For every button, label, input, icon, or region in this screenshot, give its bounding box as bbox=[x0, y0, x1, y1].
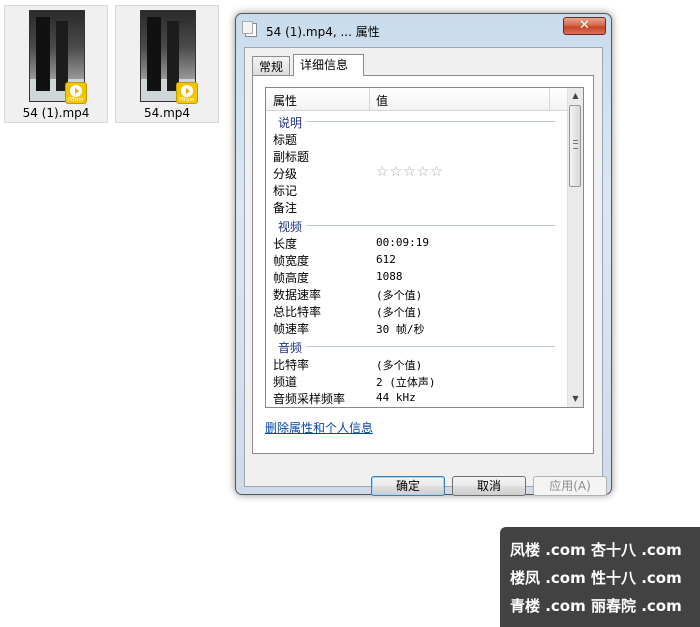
watermark-line: 青楼 .com 丽春院 .com bbox=[510, 597, 682, 615]
list-item[interactable]: 帧速率 30 帧/秒 bbox=[266, 319, 569, 336]
title-bar[interactable]: 54 (1).mp4, ... 属性 ✕ bbox=[236, 14, 611, 44]
list-item[interactable]: 副标题 bbox=[266, 147, 569, 164]
file-name: 54.mp4 bbox=[143, 106, 191, 120]
dialog-client: 常规 详细信息 属性 值 说明 标题 副标题 分级 ☆☆☆☆☆ 标记 备注 视频… bbox=[244, 47, 607, 496]
vertical-scrollbar[interactable]: ▲ ▼ bbox=[567, 88, 583, 407]
list-header: 属性 值 bbox=[266, 88, 569, 111]
list-item[interactable]: 音频采样频率 44 kHz bbox=[266, 389, 569, 406]
list-item[interactable]: 比特率 (多个值) bbox=[266, 355, 569, 372]
player-badge-icon: PBlyer bbox=[176, 82, 198, 104]
column-header-property[interactable]: 属性 bbox=[273, 92, 297, 109]
rating-stars-icon[interactable]: ☆☆☆☆☆ bbox=[376, 164, 444, 180]
list-item[interactable]: 标题 bbox=[266, 130, 569, 147]
tab-general[interactable]: 常规 bbox=[252, 56, 290, 75]
cancel-button[interactable]: 取消 bbox=[452, 476, 526, 496]
section-video: 视频 bbox=[266, 215, 569, 234]
list-item[interactable]: 数据速率 (多个值) bbox=[266, 285, 569, 302]
file-icon-54-1[interactable]: PBlyer 54 (1).mp4 bbox=[4, 5, 108, 123]
property-list[interactable]: 属性 值 说明 标题 副标题 分级 ☆☆☆☆☆ 标记 备注 视频 长度 00:0… bbox=[265, 87, 584, 408]
player-badge-icon: PBlyer bbox=[65, 82, 87, 104]
list-item[interactable]: 帧宽度 612 bbox=[266, 251, 569, 268]
section-description: 说明 bbox=[266, 111, 569, 130]
file-icon-54[interactable]: PBlyer 54.mp4 bbox=[115, 5, 219, 123]
scroll-up-icon[interactable]: ▲ bbox=[568, 88, 583, 104]
list-item[interactable]: 帧高度 1088 bbox=[266, 268, 569, 285]
watermark: 凤楼 .com 杏十八 .com 楼凤 .com 性十八 .com 青楼 .co… bbox=[500, 527, 700, 627]
list-item[interactable]: 长度 00:09:19 bbox=[266, 234, 569, 251]
apply-button[interactable]: 应用(A) bbox=[533, 476, 607, 496]
dialog-title: 54 (1).mp4, ... 属性 bbox=[266, 25, 380, 39]
tab-details[interactable]: 详细信息 bbox=[293, 54, 364, 76]
remove-properties-link[interactable]: 删除属性和个人信息 bbox=[265, 419, 373, 436]
properties-dialog: 54 (1).mp4, ... 属性 ✕ 常规 详细信息 属性 值 说明 标题 bbox=[235, 13, 612, 496]
column-header-value[interactable]: 值 bbox=[376, 92, 388, 109]
list-item[interactable]: 标记 bbox=[266, 181, 569, 198]
file-name: 54 (1).mp4 bbox=[22, 106, 90, 120]
scroll-down-icon[interactable]: ▼ bbox=[568, 391, 583, 407]
list-item[interactable]: 总比特率 (多个值) bbox=[266, 302, 569, 319]
close-button[interactable]: ✕ bbox=[563, 17, 606, 35]
ok-button[interactable]: 确定 bbox=[371, 476, 445, 496]
list-item[interactable]: 备注 bbox=[266, 198, 569, 215]
watermark-line: 楼凤 .com 性十八 .com bbox=[510, 569, 682, 587]
file-icon bbox=[242, 21, 257, 37]
section-audio: 音频 bbox=[266, 336, 569, 355]
details-panel: 属性 值 说明 标题 副标题 分级 ☆☆☆☆☆ 标记 备注 视频 长度 00:0… bbox=[252, 75, 594, 454]
watermark-line: 凤楼 .com 杏十八 .com bbox=[510, 541, 682, 559]
list-item[interactable]: 分级 ☆☆☆☆☆ bbox=[266, 164, 569, 181]
list-item[interactable]: 频道 2 (立体声) bbox=[266, 372, 569, 389]
scroll-thumb[interactable] bbox=[569, 105, 581, 187]
